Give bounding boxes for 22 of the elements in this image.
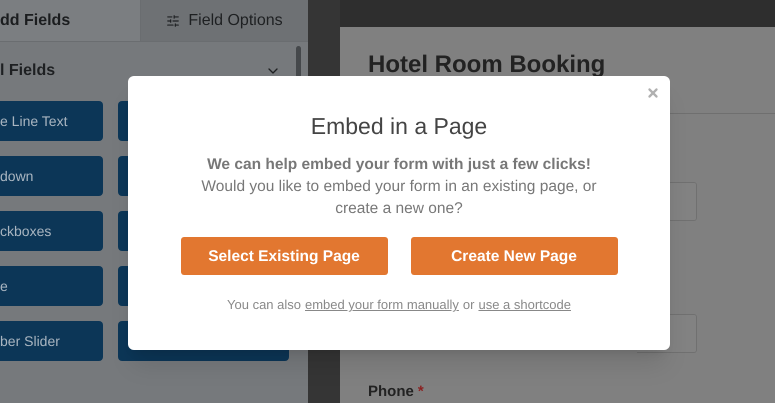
form-title: Hotel Room Booking [368,53,606,77]
footer-text: You can also [227,296,301,314]
footer-text: or [462,296,474,314]
sidebar-tab[interactable]: dd Fields [0,0,140,41]
field-button[interactable]: ber Slider [0,321,103,361]
field-button[interactable]: down [0,156,103,196]
action-button[interactable]: Create New Page [410,237,618,276]
required-mark: * [418,383,424,401]
modal-description: Would you like to embed your form in an existing page, or create a new one? [200,177,598,220]
field-button[interactable]: e [0,266,103,306]
action-button[interactable]: Select Existing Page [180,237,388,276]
section-header[interactable]: l Fields [0,42,289,100]
field-button[interactable]: ckboxes [0,211,103,251]
field-button[interactable]: e Line Text [0,101,103,141]
field-label: Phone [368,383,414,401]
close-button[interactable] [646,86,660,100]
sliders-icon [166,14,180,28]
embed-manually-link[interactable]: embed your form manually [305,295,459,315]
modal-lead: We can help embed your form with just a few clicks! [207,155,591,175]
modal-title: Embed in a Page [310,112,488,140]
shortcode-link[interactable]: use a shortcode [478,295,571,315]
sidebar-tab[interactable]: Field Options [140,0,308,41]
